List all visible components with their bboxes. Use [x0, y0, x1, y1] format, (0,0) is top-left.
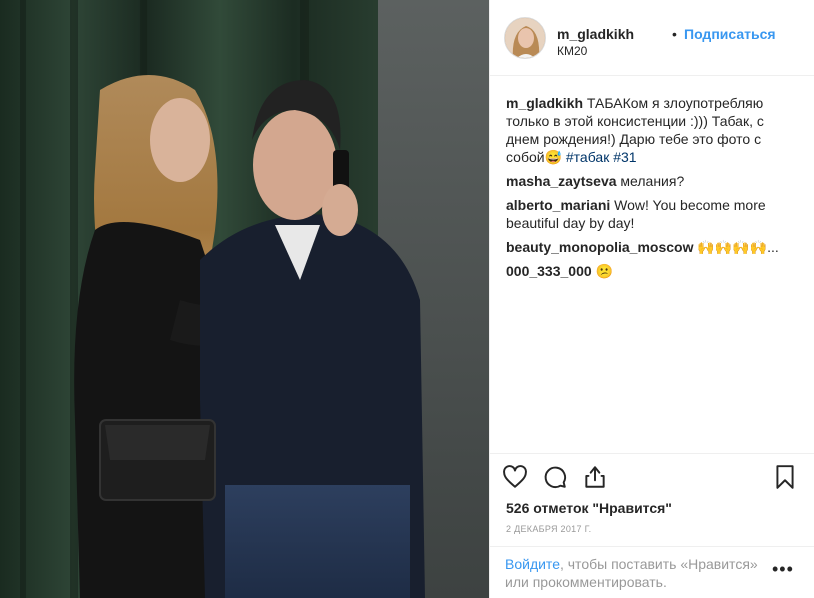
avatar-image — [505, 18, 545, 58]
caption-username[interactable]: m_gladkikh — [506, 95, 583, 111]
avatar[interactable] — [504, 17, 546, 59]
comment-username[interactable]: alberto_mariani — [506, 197, 610, 213]
header-separator: • — [672, 26, 677, 42]
comment-text: 😕 — [595, 263, 613, 279]
login-footer: Войдите, чтобы поставить «Нравится» или … — [490, 546, 814, 598]
comment-username[interactable]: beauty_monopolia_moscow — [506, 239, 693, 255]
likes-count[interactable]: 526 отметок "Нравится" — [506, 500, 672, 516]
hashtag-link[interactable]: #табак — [566, 149, 609, 165]
bookmark-icon[interactable] — [772, 464, 798, 490]
comment-item: 000_333_000 😕 — [506, 262, 801, 280]
post-side-panel: m_gladkikh • Подписаться КМ20 m_gladkikh… — [489, 0, 814, 598]
comment-text: мелания? — [620, 173, 685, 189]
post-date[interactable]: 2 ДЕКАБРЯ 2017 Г. — [506, 524, 591, 534]
heart-icon[interactable] — [502, 464, 528, 490]
comment-icon[interactable] — [542, 464, 568, 490]
comment-item: alberto_mariani Wow! You become more bea… — [506, 196, 801, 232]
comment-username[interactable]: 000_333_000 — [506, 263, 592, 279]
comments-list: m_gladkikh ТАБАКом я злоупотребляю тольк… — [506, 94, 801, 286]
share-icon[interactable] — [582, 464, 608, 490]
action-bar — [490, 453, 814, 501]
follow-button[interactable]: Подписаться — [684, 26, 776, 42]
more-options-icon[interactable]: ••• — [772, 559, 794, 580]
login-link[interactable]: Войдите — [505, 556, 560, 572]
comment-username[interactable]: masha_zaytseva — [506, 173, 617, 189]
comment-item: beauty_monopolia_moscow 🙌🙌🙌🙌... — [506, 238, 801, 256]
header-username[interactable]: m_gladkikh — [557, 26, 634, 42]
login-prompt: Войдите, чтобы поставить «Нравится» или … — [505, 555, 770, 591]
location-link[interactable]: КМ20 — [557, 44, 587, 58]
comment-text: 🙌🙌🙌🙌... — [697, 239, 779, 255]
hashtag-link[interactable]: #31 — [613, 149, 636, 165]
comment-item: masha_zaytseva мелания? — [506, 172, 801, 190]
photo-illustration — [0, 0, 489, 598]
post-photo[interactable] — [0, 0, 489, 598]
post-header: m_gladkikh • Подписаться КМ20 — [490, 0, 814, 76]
caption: m_gladkikh ТАБАКом я злоупотребляю тольк… — [506, 94, 801, 166]
